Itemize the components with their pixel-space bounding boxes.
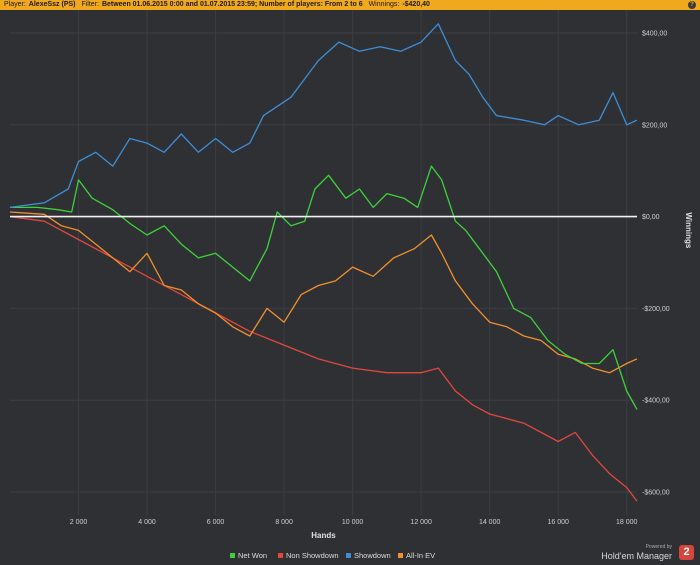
player-label: Player: bbox=[4, 1, 26, 8]
net-won-swatch bbox=[230, 552, 235, 558]
hm2-logo-icon: 2 bbox=[679, 545, 694, 560]
legend-showdown[interactable]: Showdown bbox=[346, 551, 391, 560]
legend-non-showdown[interactable]: Non Showdown bbox=[278, 551, 339, 560]
showdown-swatch bbox=[346, 552, 351, 558]
brand-logo: Powered by Hold'em Manager 2 bbox=[596, 544, 696, 564]
x-tick-label: 18 000 bbox=[616, 519, 638, 526]
chart-legend: Net Won Non Showdown Showdown All-In EV bbox=[0, 549, 700, 563]
winnings-label: Winnings: bbox=[368, 1, 400, 8]
chart-grid bbox=[10, 10, 637, 515]
x-tick-label: 10 000 bbox=[342, 519, 364, 526]
winnings-chart: 2 000 4 000 6 000 8 000 10 000 12 000 14 000 16… bbox=[9, 10, 693, 540]
y-tick-label: -$200,00 bbox=[642, 306, 670, 313]
legend-all-in-ev[interactable]: All-In EV bbox=[398, 551, 435, 560]
x-tick-label: 12 000 bbox=[410, 519, 432, 526]
help-icon[interactable]: ? bbox=[688, 1, 696, 9]
x-tick-label: 4 000 bbox=[138, 519, 156, 526]
legend-non-showdown-label: Non Showdown bbox=[286, 551, 339, 560]
player-name: AlexeSsz (PS) bbox=[28, 1, 76, 8]
x-tick-label: 16 000 bbox=[547, 519, 569, 526]
y-tick-label: -$400,00 bbox=[642, 398, 670, 405]
filter-text: Between 01.06.2015 0:00 and 01.07.2015 2… bbox=[101, 1, 363, 8]
y-tick-label: $0,00 bbox=[642, 214, 660, 221]
legend-net-won[interactable]: Net Won bbox=[230, 551, 267, 560]
filter-label: Filter: bbox=[81, 1, 99, 8]
y-tick-label: -$600,00 bbox=[642, 490, 670, 497]
non-showdown-swatch bbox=[278, 552, 283, 558]
x-tick-label: 14 000 bbox=[479, 519, 501, 526]
plot-area bbox=[10, 10, 637, 515]
legend-all-in-ev-label: All-In EV bbox=[406, 551, 436, 560]
x-axis-title: Hands bbox=[311, 531, 336, 540]
x-tick-label: 2 000 bbox=[70, 519, 88, 526]
y-tick-label: $200,00 bbox=[642, 122, 667, 129]
legend-net-won-label: Net Won bbox=[238, 551, 268, 560]
x-tick-label: 6 000 bbox=[207, 519, 225, 526]
brand-name: Hold'em Manager bbox=[601, 551, 672, 561]
y-tick-label: $400,00 bbox=[642, 30, 667, 37]
powered-by-text: Powered by bbox=[645, 544, 672, 550]
y-axis-title: Winnings bbox=[684, 212, 693, 248]
all-in-ev-swatch bbox=[398, 552, 403, 558]
legend-showdown-label: Showdown bbox=[354, 551, 391, 560]
filter-bar: Player: AlexeSsz (PS) Filter: Between 01.0… bbox=[0, 0, 700, 10]
x-tick-label: 8 000 bbox=[275, 519, 293, 526]
winnings-value: -$420,40 bbox=[402, 1, 430, 8]
